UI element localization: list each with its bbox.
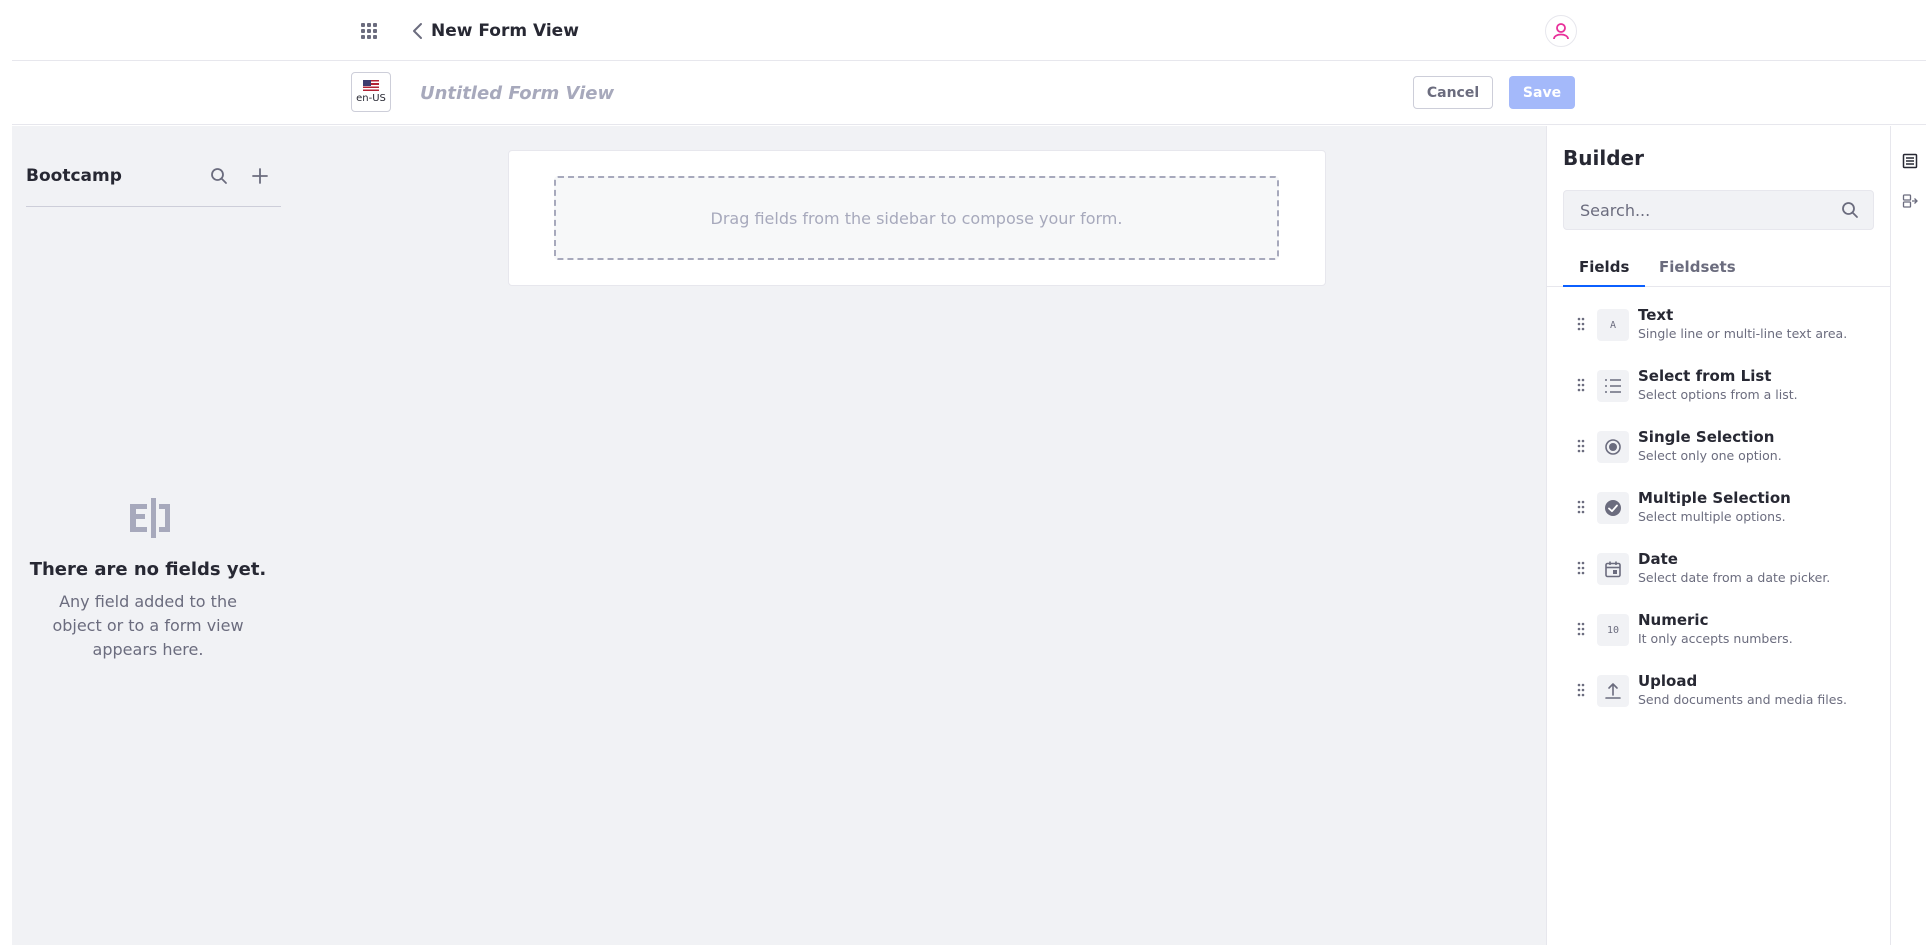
us-flag-icon — [363, 80, 379, 91]
drag-handle-icon[interactable] — [1575, 498, 1587, 516]
field-type-label: Upload — [1638, 672, 1698, 690]
locale-label: en-US — [356, 93, 386, 104]
field-type-select-from-list[interactable]: Select from List Select options from a l… — [1563, 367, 1883, 428]
form-layout-card: Drag fields from the sidebar to compose … — [508, 150, 1326, 286]
builder-search-input[interactable] — [1580, 191, 1830, 229]
field-type-label: Multiple Selection — [1638, 489, 1791, 507]
field-type-description: Select options from a list. — [1638, 387, 1798, 402]
user-icon — [1553, 23, 1569, 40]
drag-handle-icon[interactable] — [1575, 559, 1587, 577]
calendar-icon — [1597, 553, 1629, 585]
cancel-button[interactable]: Cancel — [1413, 76, 1493, 109]
save-button[interactable]: Save — [1509, 76, 1575, 109]
field-type-multiple-selection[interactable]: Multiple Selection Select multiple optio… — [1563, 489, 1883, 550]
tab-fields[interactable]: Fields — [1563, 252, 1646, 287]
object-fields-sidebar: Bootcamp There are no fields yet. Any fi… — [12, 126, 292, 945]
drag-handle-icon[interactable] — [1575, 681, 1587, 699]
numeric-icon: 10 — [1597, 614, 1629, 646]
field-type-description: Select multiple options. — [1638, 509, 1786, 524]
form-view-header: en-US Cancel Save — [12, 61, 1926, 125]
form-view-name-input[interactable] — [420, 79, 920, 107]
field-type-description: It only accepts numbers. — [1638, 631, 1793, 646]
field-type-description: Single line or multi-line text area. — [1638, 326, 1848, 341]
divider — [26, 206, 281, 207]
field-dropzone[interactable]: Drag fields from the sidebar to compose … — [554, 176, 1279, 260]
field-type-label: Single Selection — [1638, 428, 1775, 446]
apps-grid-icon[interactable] — [357, 19, 381, 43]
list-icon — [1597, 370, 1629, 402]
builder-title: Builder — [1563, 146, 1644, 170]
field-type-upload[interactable]: Upload Send documents and media files. — [1563, 672, 1883, 733]
field-type-label: Numeric — [1638, 611, 1709, 629]
field-type-text[interactable]: A Text Single line or multi-line text ar… — [1563, 306, 1883, 367]
drag-handle-icon[interactable] — [1575, 376, 1587, 394]
object-title: Bootcamp — [26, 166, 122, 186]
builder-tabs: Fields Fieldsets — [1547, 252, 1891, 287]
drag-handle-icon[interactable] — [1575, 315, 1587, 333]
builder-search-box — [1563, 190, 1874, 230]
top-navigation-bar: New Form View — [12, 0, 1926, 61]
sidebar-toolbar — [1890, 126, 1926, 945]
rules-panel-icon[interactable] — [1899, 190, 1921, 212]
field-type-description: Select only one option. — [1638, 448, 1782, 463]
field-type-label: Text — [1638, 306, 1674, 324]
search-icon[interactable] — [1840, 200, 1860, 220]
field-type-list: A Text Single line or multi-line text ar… — [1563, 306, 1883, 733]
drag-handle-icon[interactable] — [1575, 437, 1587, 455]
upload-icon — [1597, 675, 1629, 707]
empty-fields-icon — [127, 496, 173, 540]
radio-icon — [1597, 431, 1629, 463]
locale-selector[interactable]: en-US — [351, 72, 391, 112]
user-avatar[interactable] — [1545, 15, 1577, 47]
empty-state-title: There are no fields yet. — [29, 559, 267, 580]
add-icon[interactable] — [248, 164, 272, 188]
field-type-date[interactable]: Date Select date from a date picker. — [1563, 550, 1883, 611]
builder-panel-icon[interactable] — [1899, 150, 1921, 172]
builder-panel: Builder Fields Fieldsets A Text Single l… — [1546, 126, 1891, 945]
chevron-left-icon[interactable] — [406, 19, 430, 43]
page-title: New Form View — [431, 21, 579, 41]
field-type-numeric[interactable]: 10 Numeric It only accepts numbers. — [1563, 611, 1883, 672]
field-type-description: Select date from a date picker. — [1638, 570, 1831, 585]
text-icon: A — [1597, 309, 1629, 341]
left-edge — [0, 0, 12, 945]
tab-fieldsets[interactable]: Fieldsets — [1643, 252, 1752, 287]
field-type-single-selection[interactable]: Single Selection Select only one option. — [1563, 428, 1883, 489]
search-icon[interactable] — [207, 164, 231, 188]
field-type-description: Send documents and media files. — [1638, 692, 1847, 707]
empty-state-description: Any field added to the object or to a fo… — [52, 592, 244, 659]
drag-handle-icon[interactable] — [1575, 620, 1587, 638]
field-type-label: Select from List — [1638, 367, 1772, 385]
check-circle-icon — [1597, 492, 1629, 524]
field-type-label: Date — [1638, 550, 1678, 568]
